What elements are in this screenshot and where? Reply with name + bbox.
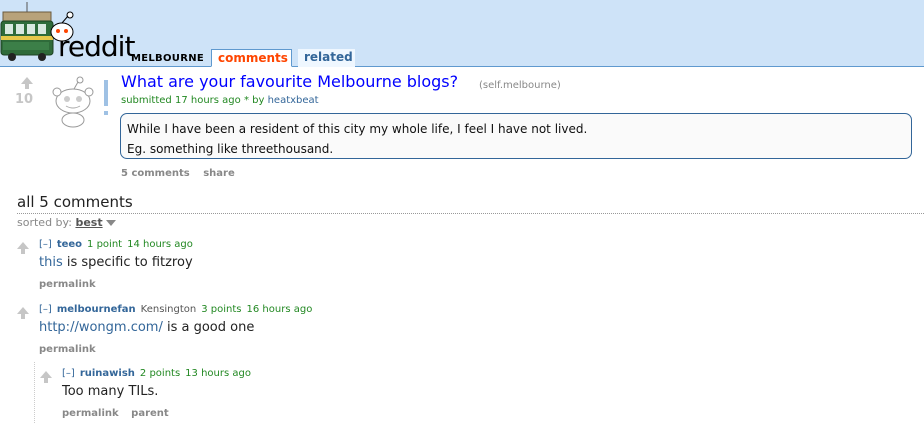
tagline-separator: * <box>243 95 249 106</box>
submitted-label: submitted <box>121 95 172 106</box>
user-flair: Kensington <box>140 304 197 315</box>
comment-buttons: permalink <box>39 279 105 290</box>
comment: [–] ruinawish 2 points 13 hours ago Too man… <box>40 368 640 423</box>
comment-author-link[interactable]: teeo <box>57 239 82 250</box>
post-title-link[interactable]: What are your favourite Melbourne blogs? <box>121 72 458 91</box>
comment-time: 16 hours ago <box>246 304 313 315</box>
comment: [–] teeo 1 point 14 hours ago this is speci… <box>17 239 617 294</box>
comment-time: 14 hours ago <box>127 239 193 250</box>
post-score: 10 <box>14 92 34 107</box>
divider <box>17 213 924 214</box>
sort-menu: sorted by: best <box>17 216 116 229</box>
selftext-line: Eg. something like threethousand. <box>127 142 334 156</box>
upvote-arrow-icon[interactable] <box>40 371 52 383</box>
chevron-down-icon[interactable] <box>105 220 116 226</box>
comment-tagline: [–] melbournefan Kensington 3 points 16 hour… <box>39 304 312 315</box>
comment-score: 3 points <box>201 304 242 315</box>
comment-body-link[interactable]: this <box>39 255 63 270</box>
reddit-wordmark[interactable]: reddit <box>58 31 135 63</box>
post-time: 17 hours ago <box>174 95 241 106</box>
comments-header: all 5 comments <box>17 193 133 211</box>
post-selftext: While I have been a resident of this cit… <box>120 113 912 159</box>
comment-body-text: Too many TILs. <box>62 384 159 399</box>
collapse-toggle[interactable]: [–] <box>39 304 52 315</box>
comment-body: Too many TILs. <box>62 384 158 399</box>
tab-comments[interactable]: comments <box>211 49 292 67</box>
permalink-button[interactable]: permalink <box>39 279 96 290</box>
upvote-arrow-icon[interactable] <box>17 307 29 319</box>
upvote-arrow-icon[interactable] <box>17 242 29 254</box>
sorted-by-label: sorted by: <box>17 216 72 229</box>
sort-dropdown[interactable]: best <box>75 216 102 229</box>
comment-body-text: is a good one <box>162 320 255 335</box>
comment-author-link[interactable]: ruinawish <box>80 368 135 379</box>
by-label: by <box>252 95 265 106</box>
subreddit-name[interactable]: MELBOURNE <box>131 53 204 64</box>
child-comment-indent <box>34 362 35 423</box>
upvote-arrow-icon[interactable] <box>21 77 33 89</box>
comment-author-link[interactable]: melbournefan <box>57 304 136 315</box>
permalink-button[interactable]: permalink <box>62 408 119 419</box>
permalink-button[interactable]: permalink <box>39 344 96 355</box>
post-buttons: 5 comments share <box>121 168 245 179</box>
comment-tagline: [–] ruinawish 2 points 13 hours ago <box>62 368 251 379</box>
share-button[interactable]: share <box>203 168 235 179</box>
site-header: reddit MELBOURNE comments related <box>0 0 924 67</box>
selftext-line: While I have been a resident of this cit… <box>127 122 588 136</box>
comment-buttons: permalink <box>39 344 105 355</box>
reddit-alien-thumbnail-icon[interactable] <box>47 74 115 128</box>
comment-tagline: [–] teeo 1 point 14 hours ago <box>39 239 193 250</box>
post-author-link[interactable]: heatxbeat <box>268 95 319 106</box>
comment-buttons: permalink parent <box>62 408 178 419</box>
comment-body-link[interactable]: http://wongm.com/ <box>39 320 163 335</box>
tab-related[interactable]: related <box>298 49 355 67</box>
collapse-toggle[interactable]: [–] <box>39 239 52 250</box>
comment-score: 2 points <box>139 368 181 379</box>
comment-body-text: is specific to fitzroy <box>62 255 193 270</box>
post-tagline: submitted 17 hours ago * by heatxbeat <box>121 95 319 106</box>
comment-score: 1 point <box>87 239 123 250</box>
comments-count-link[interactable]: 5 comments <box>121 168 190 179</box>
comment: [–] melbournefan Kensington 3 points 16 hour… <box>17 304 617 359</box>
comment-body: this is specific to fitzroy <box>39 255 193 270</box>
collapse-toggle[interactable]: [–] <box>62 368 75 379</box>
comment-body: http://wongm.com/ is a good one <box>39 320 254 335</box>
parent-button[interactable]: parent <box>131 408 169 419</box>
comment-time: 13 hours ago <box>185 368 251 379</box>
post-domain[interactable]: (self.melbourne) <box>479 80 561 91</box>
